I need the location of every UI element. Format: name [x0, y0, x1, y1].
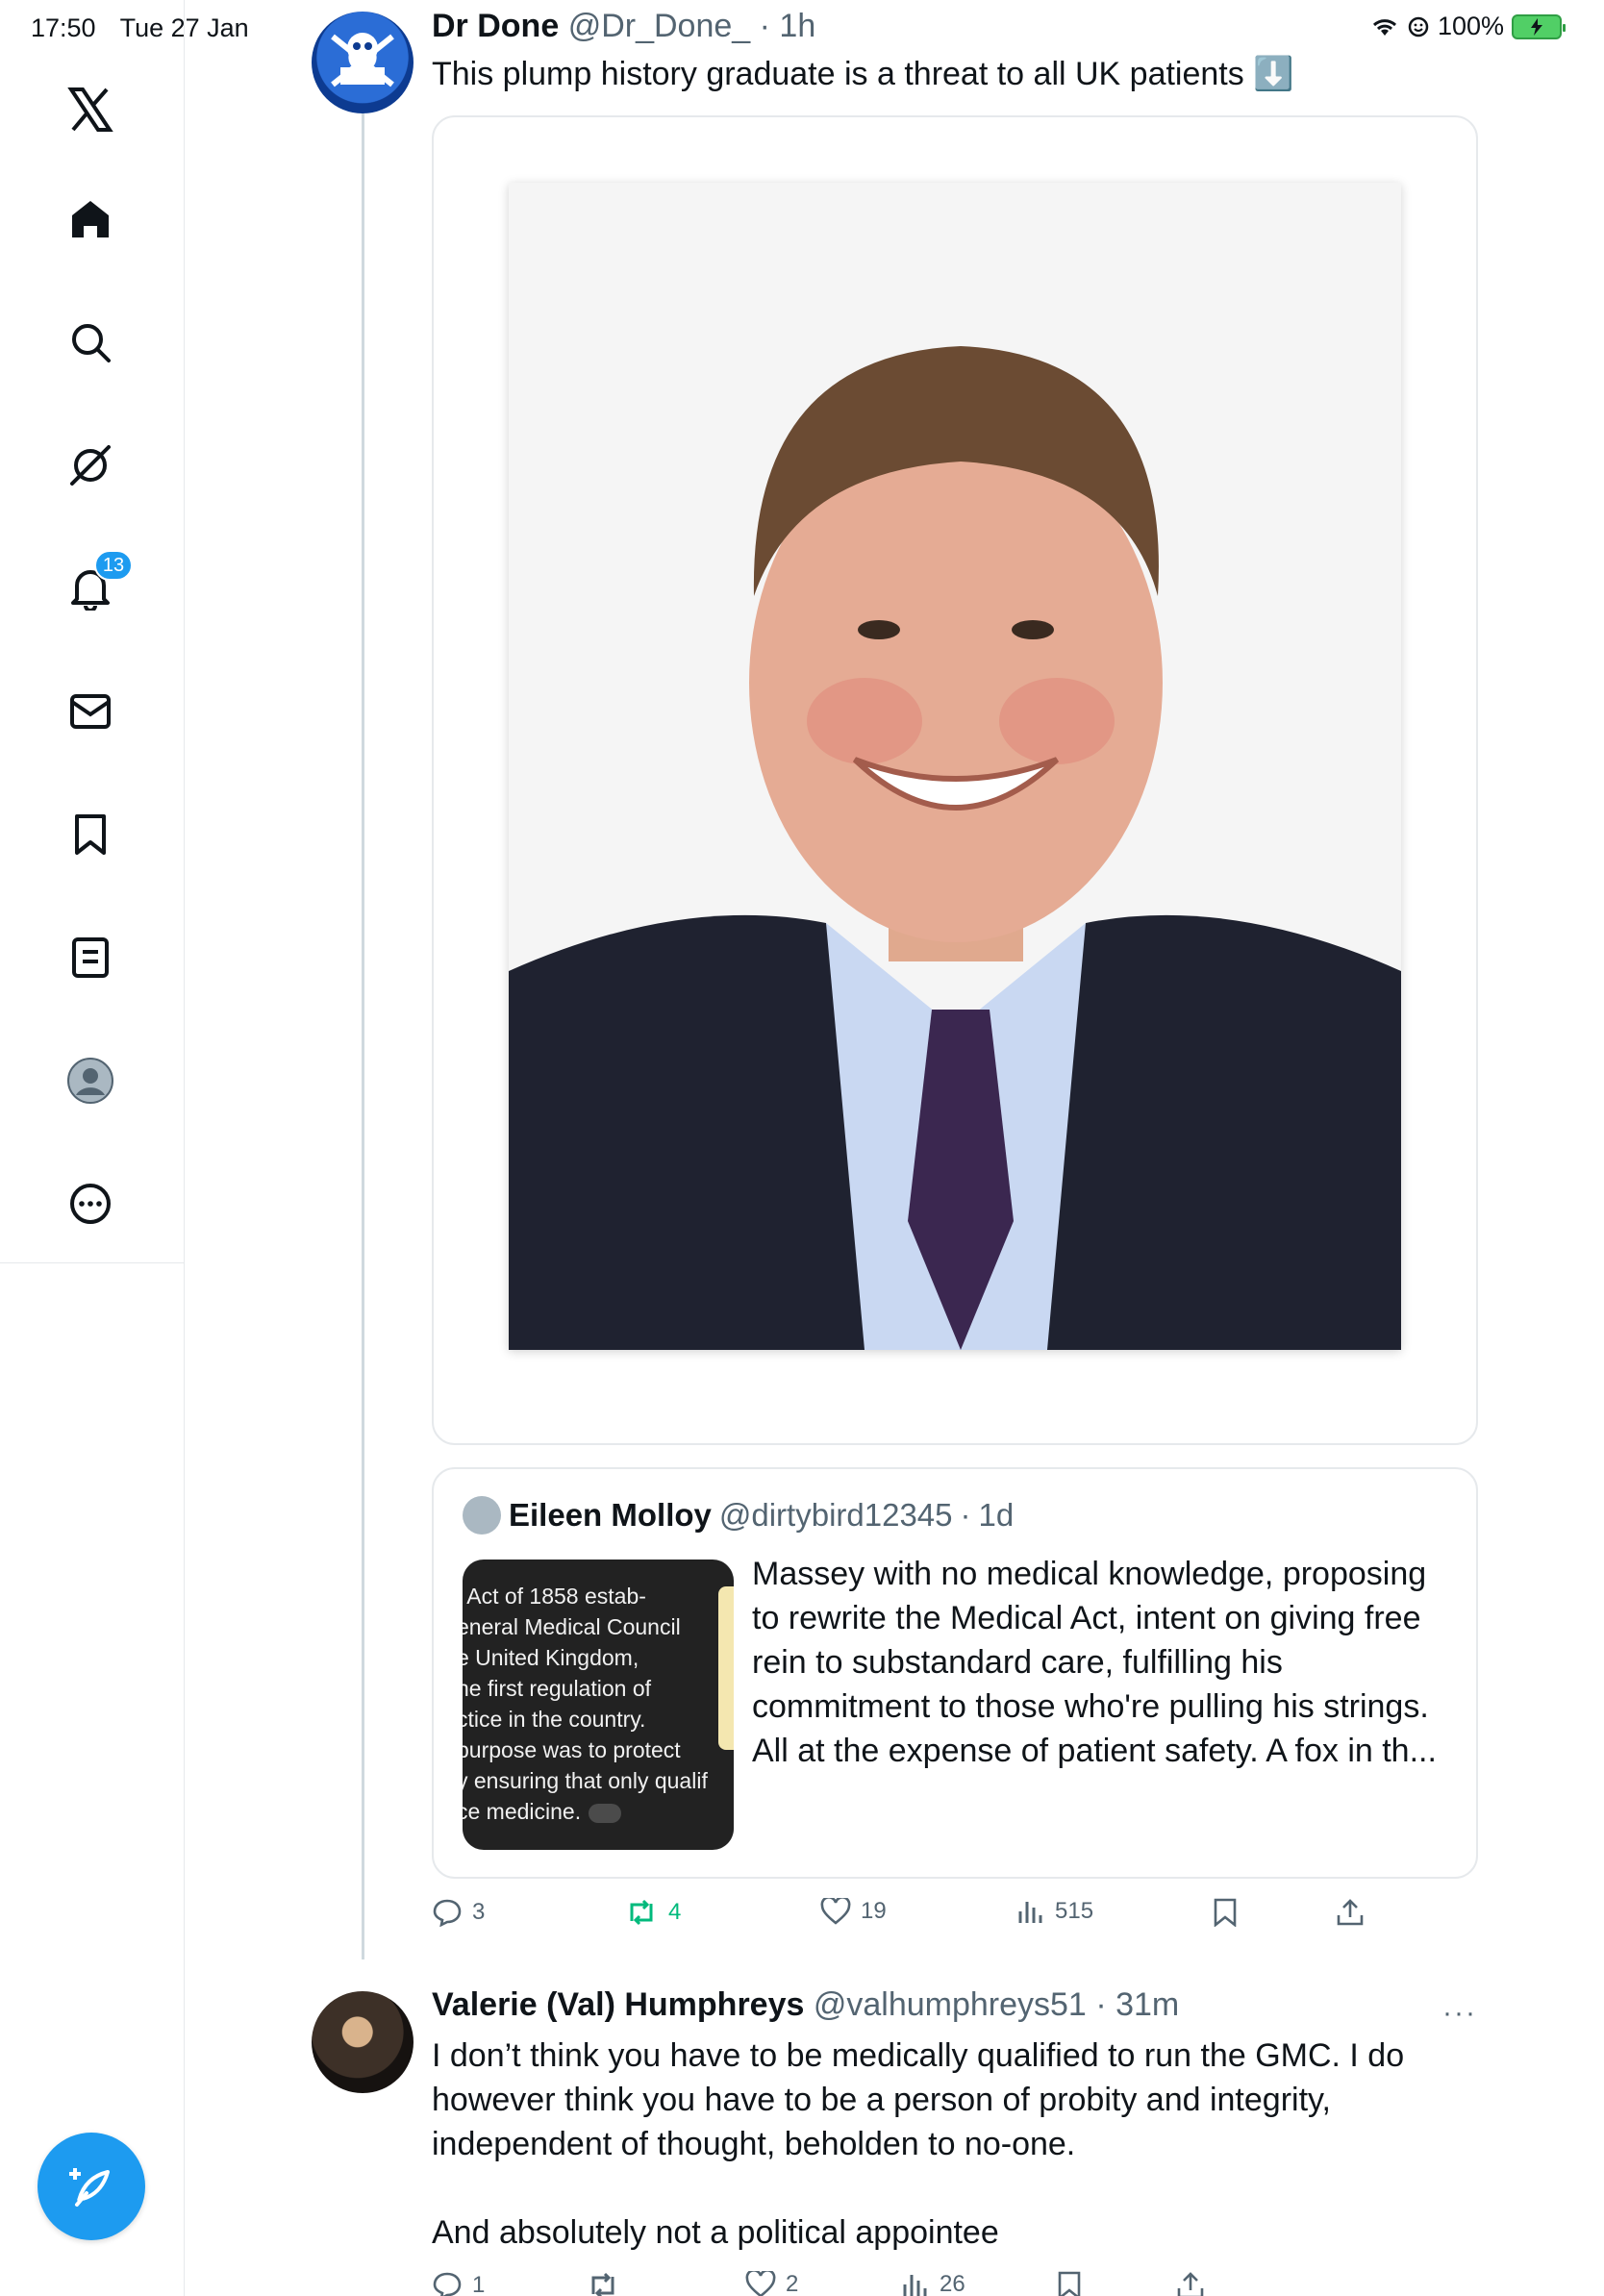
author-avatar[interactable]	[312, 12, 414, 113]
bookmark-icon	[1214, 1898, 1237, 1927]
quoted-author-avatar	[463, 1496, 501, 1535]
thumbnail-text: l Act of 1858 estab- eneral Medical Coun…	[463, 1584, 708, 1824]
portrait-image	[509, 183, 1401, 1350]
charging-bolt-icon	[1531, 17, 1542, 36]
thread-connector-line	[362, 113, 364, 1959]
sidebar-divider	[0, 1262, 185, 1263]
views-chart-icon	[1018, 1902, 1042, 1923]
reply-icon	[433, 1899, 462, 1927]
battery-icon	[1512, 13, 1566, 39]
reply-repost-button[interactable]	[586, 2271, 630, 2296]
reply-like-count: 2	[786, 2271, 799, 2296]
messages-envelope-icon[interactable]	[63, 685, 117, 738]
quoted-author-handle: @dirtybird12345	[718, 1497, 953, 1533]
repost-icon	[591, 2272, 614, 2296]
like-heart-icon	[745, 2271, 776, 2296]
reply-icon	[433, 2272, 462, 2296]
sidebar: 13	[0, 0, 185, 2296]
quoted-tweet-time: 1d	[978, 1497, 1015, 1533]
views-button[interactable]: 515	[1016, 1898, 1093, 1925]
reply-reply-count: 1	[472, 2272, 486, 2296]
tweet-action-bar: 3 4 19 515	[432, 1898, 1374, 1936]
reply-count: 3	[472, 1899, 486, 1925]
views-chart-icon	[903, 2275, 927, 2296]
compose-quill-icon	[69, 2168, 110, 2207]
link-chip-icon	[589, 1803, 622, 1823]
wifi-icon	[1372, 18, 1396, 36]
quoted-tweet-header: Eileen Molloy @dirtybird12345 · 1d	[463, 1496, 1014, 1535]
lists-icon[interactable]	[63, 931, 117, 985]
reply-author-handle[interactable]: @valhumphreys51	[814, 1986, 1087, 2023]
reply-share-button[interactable]	[1176, 2271, 1205, 2296]
x-logo-icon[interactable]	[63, 83, 117, 137]
tweet-text: This plump history graduate is a threat …	[432, 56, 1294, 92]
quoted-tweet-text: Massey with no medical knowledge, propos…	[752, 1556, 1437, 1769]
home-icon[interactable]	[63, 192, 117, 246]
search-icon[interactable]	[63, 315, 117, 369]
thumbnail-strip	[718, 1586, 734, 1750]
reply-reply-button[interactable]: 1	[432, 2271, 485, 2296]
repost-count: 4	[668, 1899, 682, 1925]
like-count: 19	[861, 1898, 887, 1924]
reply-author-name[interactable]: Valerie (Val) Humphreys	[432, 1986, 804, 2023]
media-card[interactable]	[432, 115, 1478, 1445]
reply-bookmark-button[interactable]	[1057, 2271, 1082, 2296]
bookmark-icon	[1058, 2271, 1081, 2296]
focus-icon	[1408, 16, 1429, 37]
tweet-header: Dr Done @Dr_Done_ · 1h	[432, 8, 816, 44]
reply-action-bar: 1 2 26	[432, 2271, 1374, 2296]
reply-views-button[interactable]: 26	[901, 2271, 965, 2296]
repost-icon	[630, 1899, 653, 1926]
reply-button[interactable]: 3	[432, 1898, 485, 1927]
tweet-time[interactable]: 1h	[779, 8, 815, 44]
more-options-icon[interactable]	[63, 1177, 117, 1231]
reply-like-button[interactable]: 2	[745, 2271, 798, 2296]
notifications-bell-icon[interactable]: 13	[63, 550, 133, 615]
profile-avatar-icon[interactable]	[63, 1054, 117, 1108]
quoted-tweet-thumbnail: l Act of 1858 estab- eneral Medical Coun…	[463, 1560, 734, 1850]
grok-icon[interactable]	[63, 438, 117, 492]
reply-more-options-icon[interactable]: ···	[1442, 1997, 1477, 2030]
author-name[interactable]: Dr Done	[432, 8, 559, 44]
tweet-photo[interactable]	[509, 183, 1401, 1350]
quoted-tweet[interactable]: Eileen Molloy @dirtybird12345 · 1d l Act…	[432, 1467, 1478, 1879]
repost-button[interactable]: 4	[624, 1898, 681, 1927]
like-heart-icon	[820, 1898, 851, 1925]
share-icon	[1177, 2272, 1204, 2296]
share-icon	[1337, 1899, 1364, 1926]
like-button[interactable]: 19	[820, 1898, 887, 1925]
quoted-author-name: Eileen Molloy	[509, 1497, 712, 1533]
notifications-badge: 13	[94, 550, 133, 581]
views-count: 515	[1055, 1898, 1094, 1924]
compose-button[interactable]	[38, 2133, 145, 2240]
reply-tweet-time[interactable]: 31m	[1115, 1986, 1179, 2023]
battery-percent: 100%	[1437, 12, 1504, 40]
reply-author-avatar[interactable]	[312, 1991, 414, 2093]
author-handle[interactable]: @Dr_Done_	[568, 8, 751, 44]
reply-tweet-text: I don’t think you have to be medically q…	[432, 2037, 1405, 2251]
share-button[interactable]	[1336, 1898, 1365, 1927]
reply-tweet-header: Valerie (Val) Humphreys @valhumphreys51 …	[432, 1986, 1180, 2023]
status-bar-right: 100%	[1370, 12, 1566, 41]
bookmark-button[interactable]	[1213, 1898, 1238, 1927]
bookmarks-icon[interactable]	[63, 808, 117, 861]
reply-views-count: 26	[940, 2271, 965, 2296]
